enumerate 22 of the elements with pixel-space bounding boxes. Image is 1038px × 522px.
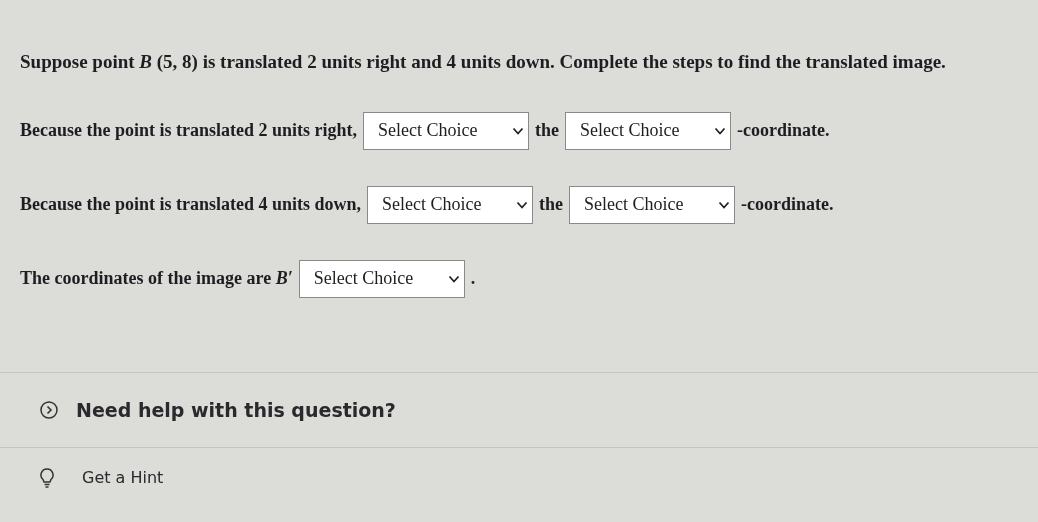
step-text: .	[470, 267, 476, 291]
caret-icon	[714, 125, 727, 136]
step-text: the	[539, 193, 564, 217]
step-text: The coordinates of the image are B′	[20, 267, 293, 291]
caret-icon	[512, 125, 525, 136]
choice-dropdown[interactable]: Select Choice	[363, 111, 530, 150]
help-toggle[interactable]: Need help with this question?	[76, 395, 396, 424]
step-text: -coordinate.	[741, 193, 834, 217]
step-text: Because the point is translated 4 units down,	[20, 193, 362, 217]
step-text: Because the point is translated 2 units right,	[20, 119, 358, 143]
lightbulb-icon	[40, 467, 54, 488]
caret-icon	[718, 199, 731, 210]
caret-icon	[516, 199, 529, 210]
step-text: -coordinate.	[737, 119, 830, 143]
caret-icon	[447, 273, 460, 284]
question-text: Suppose point B (5, 8) is translated 2 units right and 4 units down. Complete the steps to find the translated image.	[20, 50, 947, 74]
choice-dropdown[interactable]: Select Choice	[367, 185, 534, 224]
choice-dropdown[interactable]: Select Choice	[565, 111, 732, 150]
step-text: the	[535, 119, 560, 143]
choice-dropdown[interactable]: Select Choice	[569, 185, 736, 224]
choice-dropdown[interactable]: Select Choice	[298, 259, 465, 298]
hint-link[interactable]: Get a Hint	[82, 465, 164, 490]
